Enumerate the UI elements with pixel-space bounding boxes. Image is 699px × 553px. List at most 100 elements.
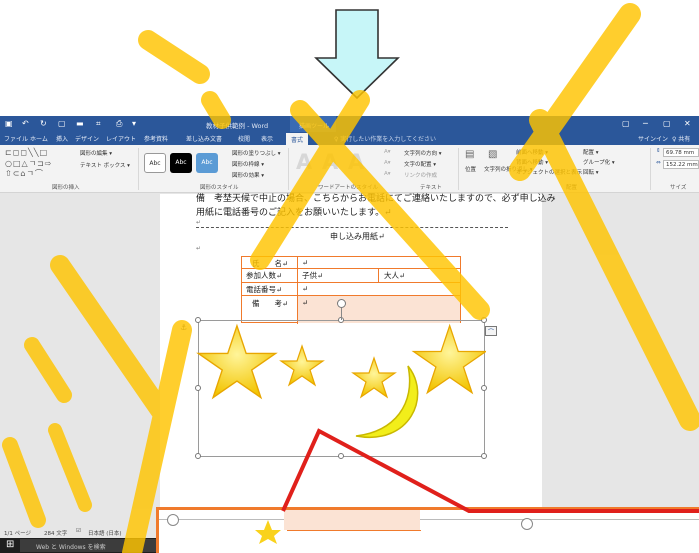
table-row-label-remarks: 備 考↵ bbox=[252, 299, 289, 308]
shapes-gallery-row3[interactable]: ⇧⊂⌂ㄱ⌒ bbox=[5, 168, 44, 179]
tab-design[interactable]: デザイン bbox=[75, 134, 99, 143]
tab-format[interactable]: 書式 bbox=[286, 133, 309, 145]
table-cell[interactable]: ↵ bbox=[302, 258, 308, 267]
group-label-arrange: 配置 bbox=[566, 185, 578, 191]
taskbar-search-box[interactable]: Web と Windows を検索 bbox=[20, 539, 160, 552]
text-align-button[interactable]: 文字の配置 ▾ bbox=[404, 160, 436, 168]
wrap-text-icon[interactable]: ▧ bbox=[488, 149, 497, 160]
tab-insert[interactable]: 挿入 bbox=[56, 134, 68, 143]
table-row-label-count: 参加人数↵ bbox=[246, 271, 283, 280]
shape-fill-button[interactable]: 図形の塗りつぶし ▾ bbox=[232, 149, 281, 157]
minimize-button[interactable]: ─ bbox=[643, 119, 648, 128]
table-cell[interactable]: ↵ bbox=[302, 284, 308, 293]
position-button[interactable]: 位置 bbox=[465, 165, 476, 173]
zoom-callout-panel bbox=[156, 507, 699, 553]
zoom-guide-line bbox=[159, 519, 699, 520]
star-icon bbox=[196, 323, 278, 400]
shapes-gallery[interactable]: ⊏◻◻╲╲□ bbox=[5, 148, 48, 157]
proofing-icon[interactable]: ☑ bbox=[76, 528, 81, 534]
form-heading: 申し込み用紙↵ bbox=[330, 232, 385, 241]
text-outline-icon[interactable]: A▾ bbox=[384, 160, 391, 166]
table-row-label-phone: 電話番号↵ bbox=[246, 285, 283, 294]
table-cell-children[interactable]: 子供↵ bbox=[302, 270, 323, 281]
undo-icon[interactable]: ↶ bbox=[22, 119, 29, 128]
title-bar: ▣ ↶ ↻ ▢ ▬ ⌗ ⎙ ▾ 教材子供範例 - Word 描画ツール ▢ ─ … bbox=[0, 116, 699, 132]
signin-link[interactable]: サインイン bbox=[638, 134, 668, 143]
text-fill-icon[interactable]: A▾ bbox=[384, 149, 391, 155]
shape-outline-button[interactable]: 図形の枠線 ▾ bbox=[232, 160, 264, 168]
shape-effects-button[interactable]: 図形の効果 ▾ bbox=[232, 171, 264, 179]
language-indicator[interactable]: 日本語 (日本) bbox=[88, 529, 122, 537]
page-count[interactable]: 1/1 ページ bbox=[4, 529, 31, 537]
group-button[interactable]: グループ化 ▾ bbox=[583, 158, 615, 166]
application-form-table[interactable]: 氏 名↵ ↵ 参加人数↵ 子供↵ 大人↵ 電話番号↵ ↵ 備 考↵ ↵ bbox=[241, 256, 461, 324]
open-icon[interactable]: ▬ bbox=[76, 119, 84, 128]
close-button[interactable]: ✕ bbox=[684, 119, 691, 128]
tell-me-search[interactable]: ♀ 実行したい作業を入力してください bbox=[334, 134, 436, 143]
table-cell-adults[interactable]: 大人↵ bbox=[384, 270, 405, 281]
wordart-sample-2[interactable]: A bbox=[322, 150, 338, 174]
tab-references[interactable]: 参考資料 bbox=[144, 134, 168, 143]
ribbon-separator bbox=[650, 148, 651, 190]
ribbon-tabs: ファイル ホーム 挿入 デザイン レイアウト 参考資料 差し込み文書 校閲 表示… bbox=[0, 132, 699, 145]
rotate-handle[interactable] bbox=[337, 299, 346, 308]
print-preview-icon[interactable]: ⎙ bbox=[116, 119, 122, 129]
shape-height-field[interactable]: 69.78 mm bbox=[663, 148, 699, 157]
star-icon bbox=[351, 356, 397, 399]
textbox-button[interactable]: テキスト ボックス ▾ bbox=[80, 161, 130, 169]
text-effects-icon[interactable]: A▾ bbox=[384, 171, 391, 177]
shape-style-black[interactable]: Abc bbox=[170, 153, 192, 173]
position-icon[interactable]: ▤ bbox=[465, 149, 474, 160]
send-backward-button[interactable]: 背面へ移動 ▾ bbox=[516, 158, 548, 166]
table-column-divider bbox=[378, 268, 379, 282]
ribbon-display-icon[interactable]: ▢ bbox=[622, 119, 630, 128]
edit-shape-button[interactable]: 図形の編集 ▾ bbox=[80, 149, 112, 157]
tab-home[interactable]: ホーム bbox=[30, 134, 48, 143]
windows-logo-icon[interactable]: ⊞ bbox=[6, 539, 14, 550]
anchor-icon[interactable]: ⚓ bbox=[180, 323, 187, 332]
table-cell[interactable]: ↵ bbox=[302, 298, 308, 307]
text-direction-button[interactable]: 文字列の方向 ▾ bbox=[404, 149, 442, 157]
selection-pane-button[interactable]: オブジェクトの選択と表示 bbox=[516, 168, 582, 176]
layout-options-icon[interactable]: ⌒ bbox=[485, 326, 497, 336]
shape-style-blue[interactable]: Abc bbox=[196, 153, 218, 173]
save-icon[interactable]: ⌗ bbox=[96, 119, 101, 129]
word-logo-icon: ▣ bbox=[5, 119, 13, 128]
screenshot-stage: ▣ ↶ ↻ ▢ ▬ ⌗ ⎙ ▾ 教材子供範例 - Word 描画ツール ▢ ─ … bbox=[0, 0, 699, 553]
star-icon bbox=[279, 344, 325, 387]
wordart-sample-1[interactable]: A bbox=[296, 150, 312, 174]
star-icon bbox=[411, 323, 486, 395]
ribbon: ⊏◻◻╲╲□ ○□△ㄱ⊐⇨ ⇧⊂⌂ㄱ⌒ 図形の編集 ▾ テキスト ボックス ▾ … bbox=[0, 145, 699, 193]
group-label-text: テキスト bbox=[420, 185, 442, 191]
shape-width-field[interactable]: 152.22 mm bbox=[663, 160, 699, 169]
paragraph-mark: ↵ bbox=[196, 219, 202, 226]
tab-view[interactable]: 表示 bbox=[261, 134, 273, 143]
bring-forward-button[interactable]: 前面へ移動 ▾ bbox=[516, 148, 548, 156]
group-label-size: サイズ bbox=[670, 185, 687, 191]
tab-file[interactable]: ファイル bbox=[4, 134, 28, 143]
word-count[interactable]: 284 文字 bbox=[44, 529, 67, 537]
customize-qat-icon[interactable]: ▾ bbox=[132, 119, 136, 128]
rotate-handle-stem bbox=[341, 308, 342, 320]
group-label-insert-shapes: 図形の挿入 bbox=[52, 185, 80, 191]
align-button[interactable]: 配置 ▾ bbox=[583, 148, 599, 156]
width-icon: ⇔ bbox=[656, 160, 661, 166]
tab-layout[interactable]: レイアウト bbox=[106, 134, 136, 143]
zoom-selected-cell bbox=[284, 510, 420, 530]
tab-mailings[interactable]: 差し込み文書 bbox=[186, 134, 222, 143]
maximize-button[interactable]: ▢ bbox=[663, 119, 671, 128]
tab-review[interactable]: 校閲 bbox=[238, 134, 250, 143]
table-row-label-name: 氏 名↵ bbox=[252, 259, 289, 268]
down-arrow-icon bbox=[314, 9, 400, 100]
share-button[interactable]: ♀ 共有 bbox=[672, 134, 690, 143]
wordart-sample-3[interactable]: A bbox=[348, 150, 364, 174]
redo-icon[interactable]: ↻ bbox=[40, 119, 47, 128]
zoom-table-border bbox=[287, 530, 421, 531]
ribbon-separator bbox=[458, 148, 459, 190]
shape-style-white[interactable]: Abc bbox=[144, 153, 166, 173]
remarks-line-1: 備 考埜天候で中止の場合、こちらからお電話にてご連絡いたしますので、必ず申し込み bbox=[196, 194, 556, 204]
rotate-button[interactable]: 回転 ▾ bbox=[583, 168, 599, 176]
create-link-button[interactable]: リンクの作成 bbox=[404, 171, 437, 179]
new-doc-icon[interactable]: ▢ bbox=[58, 119, 66, 128]
height-icon: ⇕ bbox=[656, 148, 661, 154]
